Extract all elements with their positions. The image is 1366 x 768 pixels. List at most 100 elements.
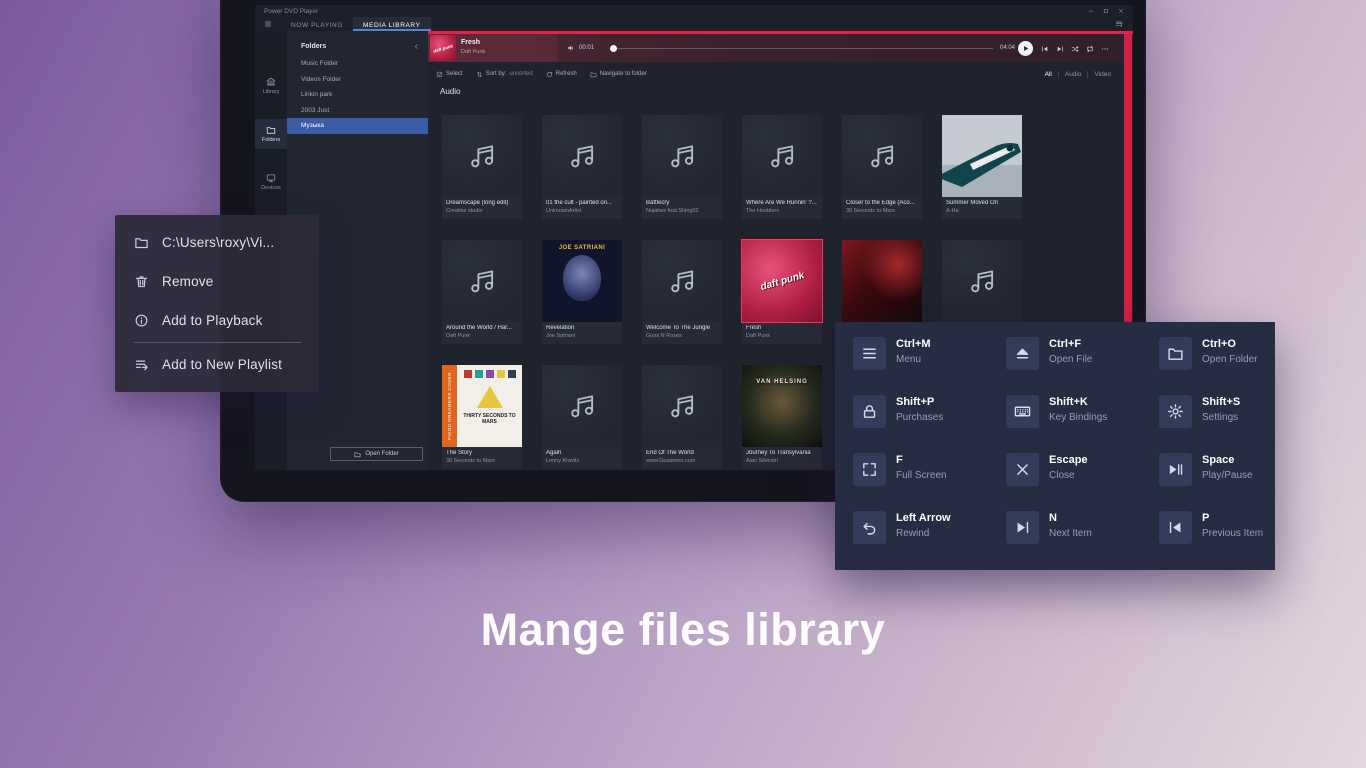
shortcut-full-screen: F Full Screen	[853, 453, 1006, 511]
folder-icon	[354, 451, 361, 458]
maximize-button[interactable]	[1103, 8, 1109, 14]
menu-item-remove[interactable]: Remove	[115, 262, 319, 301]
music-note-icon	[567, 391, 597, 421]
toolbar-refresh[interactable]: Refresh	[546, 71, 577, 78]
menu-item-c-users-roxy-vi[interactable]: C:\Users\roxy\Vi...	[115, 223, 319, 262]
elapsed-time: 00:01	[579, 45, 595, 51]
menu-item-add-to-playback[interactable]: Add to Playback	[115, 301, 319, 340]
album-label: 01 the cult - painted on... UnknownArtist	[542, 197, 622, 219]
filter-all[interactable]: All	[1045, 71, 1052, 78]
tab-now-playing[interactable]: NOW PLAYING	[281, 17, 353, 31]
album-tile-dreamscape-long-edit[interactable]: Dreamscape (long edit) Creative studio	[442, 115, 522, 219]
music-note-icon	[867, 141, 897, 171]
tab-media-library[interactable]: MEDIA LIBRARY	[353, 17, 431, 31]
folder-item-music-folder[interactable]: Music Folder	[287, 56, 428, 72]
nav-library[interactable]: Library	[255, 71, 287, 101]
toolbar-navigate-to-folder[interactable]: Navigate to folder	[590, 71, 647, 78]
trash-icon	[134, 274, 149, 289]
album-tile-again[interactable]: Again Lenny Kravitz	[542, 365, 622, 469]
folder-item-linkin-park[interactable]: Linkin park	[287, 87, 428, 103]
folder-item-2003-just[interactable]: 2003 Just	[287, 103, 428, 119]
album-art-placeholder	[642, 365, 722, 447]
close-icon	[1006, 453, 1039, 486]
album-tile-summer-moved-on[interactable]: Summer Moved On A-Ha	[942, 115, 1022, 219]
next-track-icon[interactable]	[1056, 45, 1064, 53]
album-art-placeholder	[642, 240, 722, 322]
caption: Mange files library	[480, 604, 886, 655]
lock-icon	[853, 395, 886, 428]
seek-knob[interactable]	[610, 44, 617, 52]
devices-icon	[266, 173, 276, 183]
menu-divider	[134, 342, 301, 343]
shortcut-menu: Ctrl+M Menu	[853, 337, 1006, 395]
shuffle-icon[interactable]	[1071, 45, 1079, 53]
album-tile-closer-to-the-edge-aco[interactable]: Closer to the Edge (Aco... 30 Seconds to …	[842, 115, 922, 219]
album-tile-journey-to-transylvania[interactable]: VAN HELSING Journey To Transylvania Alan S…	[742, 365, 822, 469]
toolbar-sort-by[interactable]: Sort by: unsorted	[476, 71, 533, 78]
app-title: Power DVD Player	[264, 7, 319, 15]
album-tile-revelation[interactable]: JOE SATRIANI Revelation Joe Satriani	[542, 240, 622, 344]
repeat-icon[interactable]	[1086, 45, 1094, 53]
gear-icon	[1159, 395, 1192, 428]
menu-item-add-to-new-playlist[interactable]: Add to New Playlist	[115, 345, 319, 384]
folder-icon	[1159, 337, 1192, 370]
toolbar-items: Select Sort by: unsorted Refresh Navigate to…	[436, 71, 647, 78]
album-label: Welcome To The Jungle Guns N Roses	[642, 322, 722, 344]
folders-panel-title: Folders	[301, 42, 327, 50]
hamburger-menu-icon[interactable]	[264, 20, 272, 28]
previous-track-icon[interactable]	[1041, 45, 1049, 53]
filter-video[interactable]: Video	[1094, 71, 1111, 78]
media-filters: All Audio Video	[1045, 70, 1123, 78]
album-tile-end-of-the-world[interactable]: End Of The World www.Gusanero.com	[642, 365, 722, 469]
album-label: End Of The World www.Gusanero.com	[642, 447, 722, 469]
library-icon	[266, 77, 276, 87]
rewind-icon	[853, 511, 886, 544]
collapse-chevron-icon[interactable]	[413, 43, 420, 50]
shortcut-purchases: Shift+P Purchases	[853, 395, 1006, 453]
next-icon	[1006, 511, 1039, 544]
shortcuts-panel: Ctrl+M Menu Ctrl+F Open File Ctrl+O Open Fold…	[835, 322, 1275, 570]
album-tile-the-story[interactable]: PIANO DREAMERS COVER THIRTY SECONDS TO MA…	[442, 365, 522, 469]
fullscreen-icon	[853, 453, 886, 486]
music-note-icon	[667, 141, 697, 171]
album-label: Summer Moved On A-Ha	[942, 197, 1022, 219]
folder-item-videos-folder[interactable]: Videos Folder	[287, 72, 428, 88]
nav-folders[interactable]: Folders	[255, 119, 287, 149]
album-art-photo	[842, 240, 922, 322]
seek-slider[interactable]	[610, 44, 993, 52]
nav-devices[interactable]: Devices	[255, 167, 287, 197]
music-note-icon	[767, 141, 797, 171]
track-artist: Daft Punk	[461, 49, 486, 55]
close-button[interactable]	[1118, 8, 1124, 14]
player-bar: daft punk Fresh Daft Punk 00:01 04:04	[428, 34, 1123, 62]
filter-audio[interactable]: Audio	[1065, 71, 1082, 78]
volume-icon[interactable]	[567, 44, 575, 52]
shortcut-close: Escape Close	[1006, 453, 1159, 511]
album-tile-around-the-world-har[interactable]: Around the World / Har... Daft Punk	[442, 240, 522, 344]
more-options-icon[interactable]	[1101, 45, 1109, 53]
folders-header: Folders	[287, 31, 428, 56]
folders-list: Music Folder Videos Folder Linkin park 2003…	[287, 56, 428, 134]
select-checkbox-icon	[436, 71, 443, 78]
toolbar-select[interactable]: Select	[436, 71, 463, 78]
music-note-icon	[667, 266, 697, 296]
album-label: Closer to the Edge (Aco... 30 Seconds to …	[842, 197, 922, 219]
open-folder-button[interactable]: Open Folder	[330, 447, 423, 461]
context-menu: C:\Users\roxy\Vi... Remove Add to Playback…	[115, 215, 319, 392]
minimize-button[interactable]	[1088, 8, 1094, 14]
now-playing-thumbnail[interactable]: daft punk	[430, 35, 456, 61]
album-tile-01-the-cult-painted-on[interactable]: 01 the cult - painted on... UnknownArtist	[542, 115, 622, 219]
album-tile-battlecry[interactable]: Battlecry Nujabes feat.Shing02	[642, 115, 722, 219]
album-label: Dreamscape (long edit) Creative studio	[442, 197, 522, 219]
album-tile-where-are-we-runnin[interactable]: Where Are We Runnin' ?... The Hooblers	[742, 115, 822, 219]
album-tile-fresh[interactable]: daft punk Fresh Daft Punk	[742, 240, 822, 344]
album-tile-welcome-to-the-jungle[interactable]: Welcome To The Jungle Guns N Roses	[642, 240, 722, 344]
album-label: Around the World / Har... Daft Punk	[442, 322, 522, 344]
titlebar: Power DVD Player	[255, 5, 1133, 17]
play-button[interactable]	[1018, 40, 1033, 56]
music-note-icon	[667, 391, 697, 421]
folder-item-item[interactable]: Музыка	[287, 118, 428, 134]
playlist-queue-icon[interactable]	[1115, 20, 1123, 28]
music-note-icon	[567, 141, 597, 171]
menu-icon	[853, 337, 886, 370]
